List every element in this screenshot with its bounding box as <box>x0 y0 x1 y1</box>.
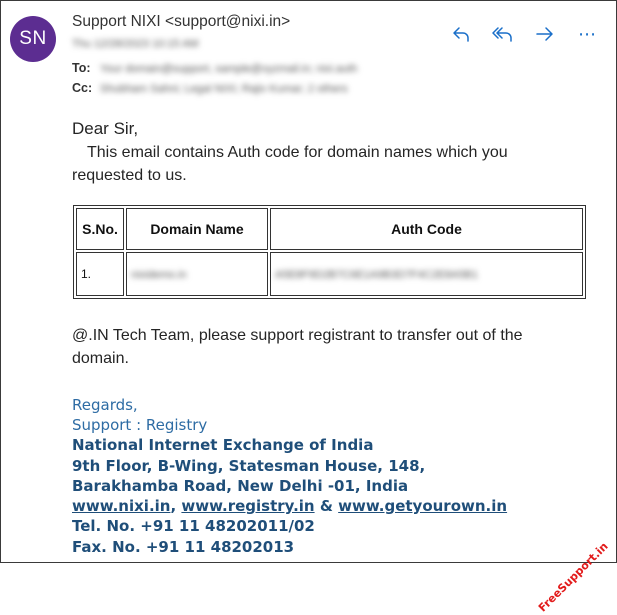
header-domain: Domain Name <box>126 208 268 250</box>
link-nixi[interactable]: www.nixi.in <box>72 497 170 515</box>
intro-line-1: This email contains Auth code for domain… <box>87 144 508 161</box>
link-registry[interactable]: www.registry.in <box>181 497 314 515</box>
sig-links: www.nixi.in, www.registry.in & www.getyo… <box>72 496 507 516</box>
reply-all-icon <box>492 27 512 42</box>
reply-icon <box>453 27 469 42</box>
more-button[interactable]: ⋯ <box>575 22 599 46</box>
cell-domain: nixidemo.in <box>126 252 268 296</box>
auth-code-value: A5E8F9D2B7C6E1A9B3D7F4C2E8A5B1 <box>275 269 479 281</box>
reply-all-button[interactable] <box>491 22 515 46</box>
sig-address-2: Barakhamba Road, New Delhi -01, India <box>72 477 409 495</box>
more-icon: ⋯ <box>578 23 596 44</box>
link-sep-2: & <box>319 497 333 515</box>
sent-date: Thu 12/28/2023 10:15 AM <box>72 38 199 50</box>
table-row: 1. nixidemo.in A5E8F9D2B7C6E1A9B3D7F4C2E… <box>76 252 583 296</box>
domain-value: nixidemo.in <box>131 269 187 281</box>
to-label: To: <box>72 61 91 75</box>
sig-dept: Support : Registry <box>72 416 208 434</box>
cc-label: Cc: <box>72 81 93 95</box>
forward-icon <box>536 27 553 41</box>
link-getyourown[interactable]: www.getyourown.in <box>338 497 507 515</box>
reply-button[interactable] <box>449 22 473 46</box>
avatar-initials: SN <box>19 28 47 49</box>
greeting: Dear Sir, <box>72 119 139 138</box>
table-header-row: S.No. Domain Name Auth Code <box>76 208 583 250</box>
header-auth: Auth Code <box>270 208 583 250</box>
forward-button[interactable] <box>533 22 557 46</box>
outro-line-1: @.IN Tech Team, please support registran… <box>72 327 523 344</box>
sig-fax: Fax. No. +91 11 48202013 <box>72 538 295 556</box>
link-sep-1: , <box>170 497 177 515</box>
cc-recipients[interactable]: Shubham Sahni; Legal NIXI; Rajiv Kumar; … <box>100 83 348 95</box>
message-actions: ⋯ <box>449 22 599 46</box>
header-sno: S.No. <box>76 208 124 250</box>
auth-code-table: S.No. Domain Name Auth Code 1. nixidemo.… <box>73 205 586 299</box>
sig-org: National Internet Exchange of India <box>72 436 374 454</box>
cell-sno: 1. <box>76 252 124 296</box>
sig-regards: Regards, <box>72 396 138 414</box>
to-row: To: Your domain@support, sample@xyzmail.i… <box>72 61 357 75</box>
outro-line-2: domain. <box>72 350 129 367</box>
sig-tel: Tel. No. +91 11 48202011/02 <box>72 517 315 535</box>
sender-avatar[interactable]: SN <box>10 16 56 62</box>
to-recipients[interactable]: Your domain@support, sample@xyzmail.in; … <box>100 63 357 75</box>
sig-address-1: 9th Floor, B-Wing, Statesman House, 148, <box>72 457 426 475</box>
intro-line-2: requested to us. <box>72 167 187 184</box>
cell-auth: A5E8F9D2B7C6E1A9B3D7F4C2E8A5B1 <box>270 252 583 296</box>
sender-name[interactable]: Support NIXI <support@nixi.in> <box>72 13 290 31</box>
cc-row: Cc: Shubham Sahni; Legal NIXI; Rajiv Kuma… <box>72 81 348 95</box>
